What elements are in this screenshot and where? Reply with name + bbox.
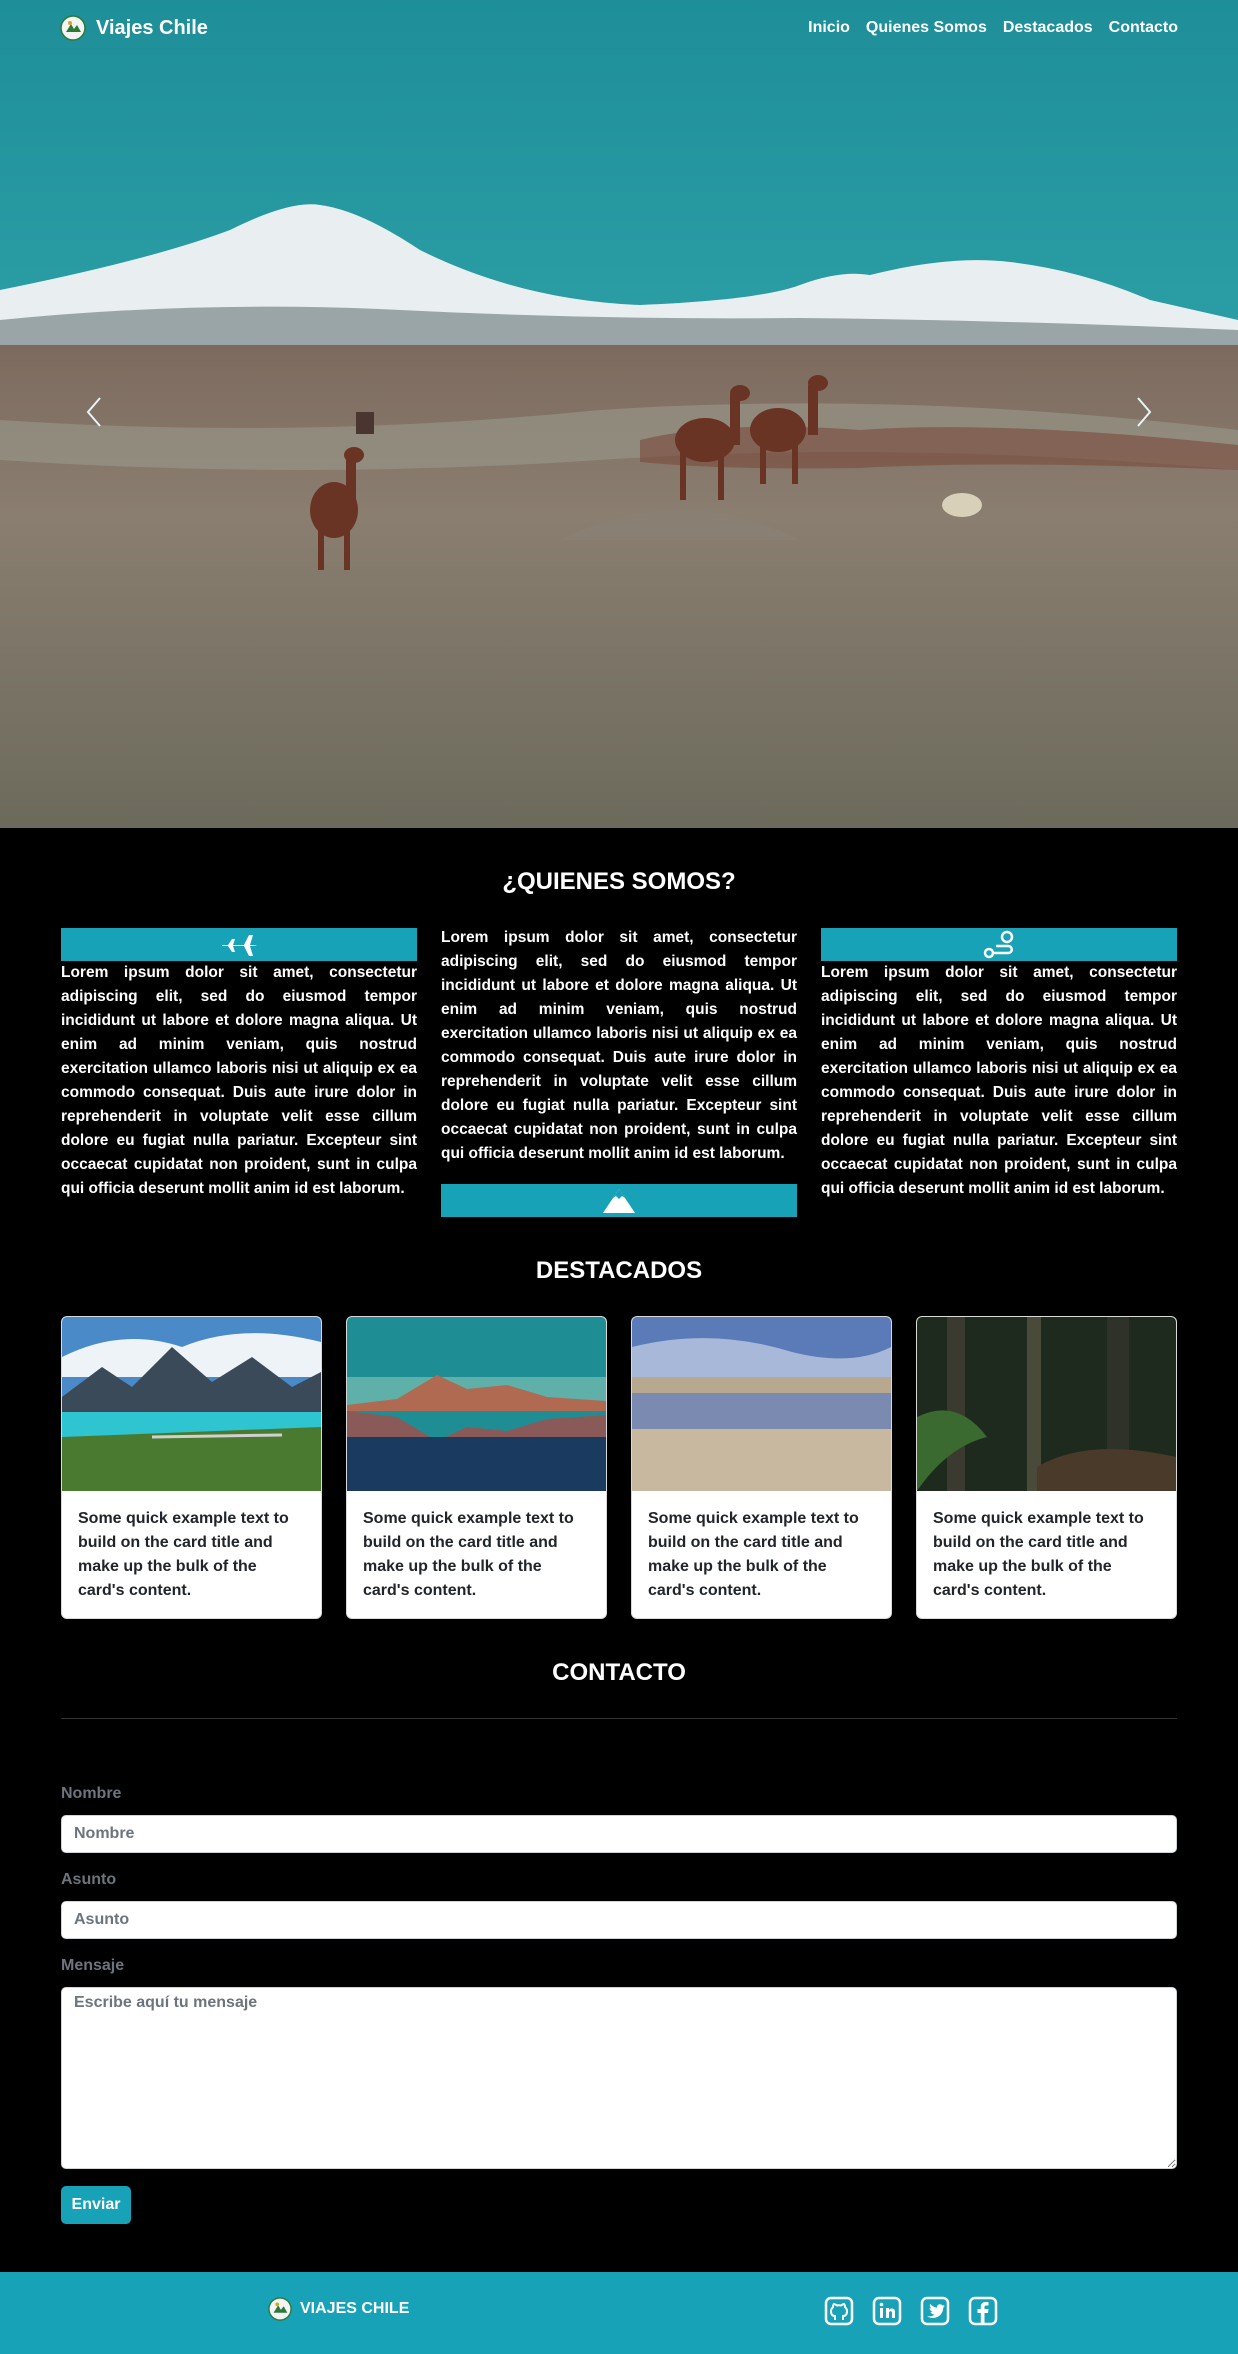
nav-link-contacto[interactable]: Contacto: [1109, 19, 1178, 37]
card-image: [632, 1317, 891, 1491]
contacto-divider: [61, 1718, 1177, 1719]
linkedin-icon[interactable]: [872, 2296, 902, 2326]
hero-landscape-image: [0, 0, 1238, 828]
twitter-icon[interactable]: [920, 2296, 950, 2326]
footer: VIAJES CHILE: [0, 2272, 1238, 2354]
logo-icon: [60, 15, 86, 41]
route-icon: [983, 930, 1014, 958]
chevron-right-icon: [1137, 397, 1152, 427]
card-image: [917, 1317, 1176, 1491]
footer-brand-name: VIAJES CHILE: [300, 2300, 410, 2317]
quienes-title: ¿QUIENES SOMOS?: [502, 868, 736, 895]
asunto-input[interactable]: [61, 1901, 1177, 1939]
card-lagoon[interactable]: Some quick example text to build on the …: [346, 1316, 607, 1619]
quienes-col-2: Lorem ipsum dolor sit amet, consectetur …: [441, 926, 797, 1217]
nav-link-quienes-somos[interactable]: Quienes Somos: [866, 19, 987, 37]
quienes-text-3: Lorem ipsum dolor sit amet, consectetur …: [821, 964, 1177, 1197]
brand-link[interactable]: Viajes Chile: [60, 15, 208, 41]
mensaje-label: Mensaje: [61, 1957, 125, 1974]
contacto-title: CONTACTO: [552, 1659, 686, 1686]
github-icon[interactable]: [824, 2296, 854, 2326]
card-forest[interactable]: Some quick example text to build on the …: [916, 1316, 1177, 1619]
facebook-icon[interactable]: [968, 2296, 998, 2326]
quienes-col-3: Lorem ipsum dolor sit amet, consectetur …: [821, 928, 1177, 1201]
nombre-label: Nombre: [61, 1785, 122, 1802]
chevron-left-icon: [86, 397, 101, 427]
nav-link-inicio[interactable]: Inicio: [808, 19, 850, 37]
card-text: Some quick example text to build on the …: [933, 1510, 1144, 1599]
enviar-button[interactable]: Enviar: [61, 2186, 131, 2224]
card-text: Some quick example text to build on the …: [363, 1510, 574, 1599]
card-image: [62, 1317, 321, 1491]
brand-name: Viajes Chile: [96, 16, 208, 39]
asunto-label: Asunto: [61, 1871, 117, 1888]
navbar: Viajes Chile Inicio Quienes Somos Destac…: [0, 0, 1238, 56]
quienes-text-2: Lorem ipsum dolor sit amet, consectetur …: [441, 929, 797, 1162]
social-links: [824, 2296, 998, 2326]
carousel-next-button[interactable]: [1124, 392, 1164, 432]
mensaje-textarea[interactable]: [61, 1987, 1177, 2169]
carousel-prev-button[interactable]: [74, 392, 114, 432]
plane-icon: [222, 934, 257, 956]
route-icon-bar: [821, 928, 1177, 961]
plane-icon-bar: [61, 928, 417, 961]
nav-link-destacados[interactable]: Destacados: [1003, 19, 1093, 37]
card-text: Some quick example text to build on the …: [648, 1510, 859, 1599]
mountain-icon-bar: [441, 1184, 797, 1217]
nombre-input[interactable]: [61, 1815, 1177, 1853]
footer-brand[interactable]: VIAJES CHILE: [268, 2297, 409, 2321]
destacados-title: DESTACADOS: [535, 1257, 703, 1284]
card-text: Some quick example text to build on the …: [78, 1510, 289, 1599]
quienes-text-1: Lorem ipsum dolor sit amet, consectetur …: [61, 964, 417, 1197]
card-image: [347, 1317, 606, 1491]
quienes-col-1: Lorem ipsum dolor sit amet, consectetur …: [61, 928, 417, 1201]
card-salar[interactable]: Some quick example text to build on the …: [631, 1316, 892, 1619]
logo-icon: [268, 2297, 292, 2321]
nav-links: Inicio Quienes Somos Destacados Contacto: [808, 19, 1178, 37]
mountain-icon: [603, 1188, 635, 1213]
hero-carousel: [0, 0, 1238, 828]
card-torres[interactable]: Some quick example text to build on the …: [61, 1316, 322, 1619]
